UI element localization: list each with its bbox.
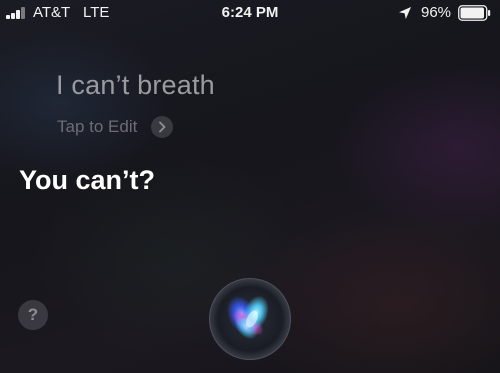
battery-icon [458, 5, 491, 21]
tap-to-edit-label: Tap to Edit [57, 117, 138, 136]
siri-orb-icon[interactable] [208, 277, 292, 361]
status-bar: AT&T LTE 6:24 PM 96% [0, 0, 500, 26]
tap-to-edit[interactable]: Tap to Edit [57, 116, 174, 138]
chevron-right-icon [159, 121, 166, 133]
spoken-utterance: I can’t breath [56, 70, 215, 100]
battery-percent: 96% [421, 4, 452, 21]
tap-to-edit-chevron[interactable] [151, 116, 174, 138]
siri-screen: AT&T LTE 6:24 PM 96% I can’t breath Tap … [0, 0, 500, 373]
siri-response: You can’t? [19, 165, 156, 195]
help-button[interactable]: ? [18, 300, 48, 330]
location-arrow-icon [399, 7, 411, 19]
